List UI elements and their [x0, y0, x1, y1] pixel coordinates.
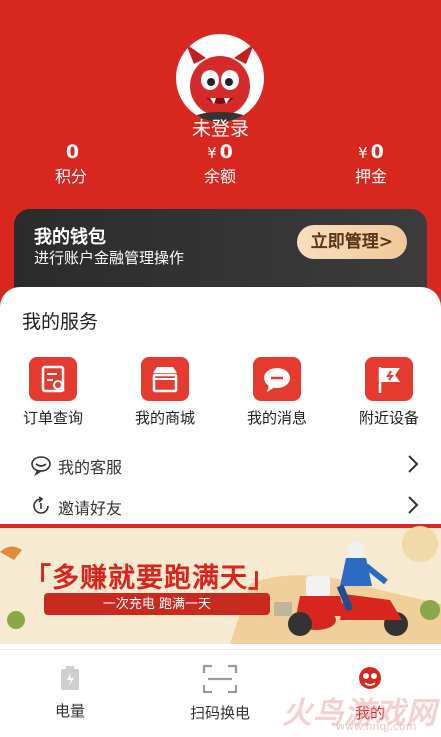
wallet-subtitle: 进行账户金融管理操作 [34, 249, 185, 267]
scan-icon [202, 664, 238, 694]
tab-scan-swap-label: 扫码换电 [189, 704, 250, 722]
wallet-title: 我的钱包 [34, 227, 106, 248]
avatar[interactable] [176, 34, 264, 122]
row-customer-service-label: 我的客服 [58, 458, 123, 477]
row-invite-friends[interactable]: 邀请好友 [30, 491, 420, 521]
service-my-shop[interactable]: 我的商城 [115, 357, 215, 428]
watermark-url: www.hnqj.com [336, 720, 417, 733]
nickname[interactable]: 未登录 [0, 114, 441, 141]
manage-now-button[interactable]: 立即管理> [296, 225, 407, 259]
row-customer-service[interactable]: 我的客服 [30, 450, 420, 480]
row-invite-friends-label: 邀请好友 [58, 499, 123, 518]
promo-banner[interactable]: 「多赚就要跑满天」 一次充电 跑满一天 [0, 524, 441, 644]
stat-balance-value: ¥0 [207, 141, 233, 163]
shop-icon [141, 357, 189, 401]
service-my-messages[interactable]: 我的消息 [227, 357, 327, 428]
monster-avatar-icon [186, 44, 254, 122]
stat-deposit-label: 押金 [354, 167, 387, 186]
service-order-query[interactable]: 订单查询 [3, 357, 103, 428]
tab-battery[interactable]: 电量 [10, 664, 130, 721]
order-search-icon [29, 357, 77, 401]
banner-subtitle: 一次充电 跑满一天 [102, 597, 212, 612]
message-icon [253, 357, 301, 401]
service-my-shop-label: 我的商城 [134, 409, 195, 427]
stat-balance[interactable]: ¥0 余额 [160, 140, 280, 189]
service-nearby-devices-label: 附近设备 [358, 409, 419, 427]
stat-points[interactable]: 0 积分 [11, 140, 131, 189]
stat-balance-label: 余额 [203, 167, 236, 186]
tab-battery-label: 电量 [54, 702, 85, 720]
tab-scan-swap[interactable]: 扫码换电 [160, 664, 280, 723]
stat-points-value: 0 [65, 141, 80, 163]
invite-icon [33, 496, 49, 514]
service-my-messages-label: 我的消息 [246, 409, 307, 427]
service-nearby-devices[interactable]: 附近设备 [339, 357, 439, 428]
services-title: 我的服务 [22, 311, 99, 333]
nearby-device-icon [365, 357, 413, 401]
battery-icon [61, 666, 79, 690]
service-order-query-label: 订单查询 [22, 409, 83, 427]
chevron-right-icon [408, 496, 419, 514]
customer-service-icon [31, 456, 51, 476]
stat-points-label: 积分 [54, 167, 87, 186]
stat-deposit[interactable]: ¥0 押金 [311, 140, 431, 189]
banner-subtitle-ribbon: 一次充电 跑满一天 [44, 593, 270, 615]
stat-deposit-value: ¥0 [358, 141, 384, 163]
banner-title: 「多赚就要跑满天」 [24, 563, 276, 594]
chevron-right-icon [408, 455, 419, 473]
